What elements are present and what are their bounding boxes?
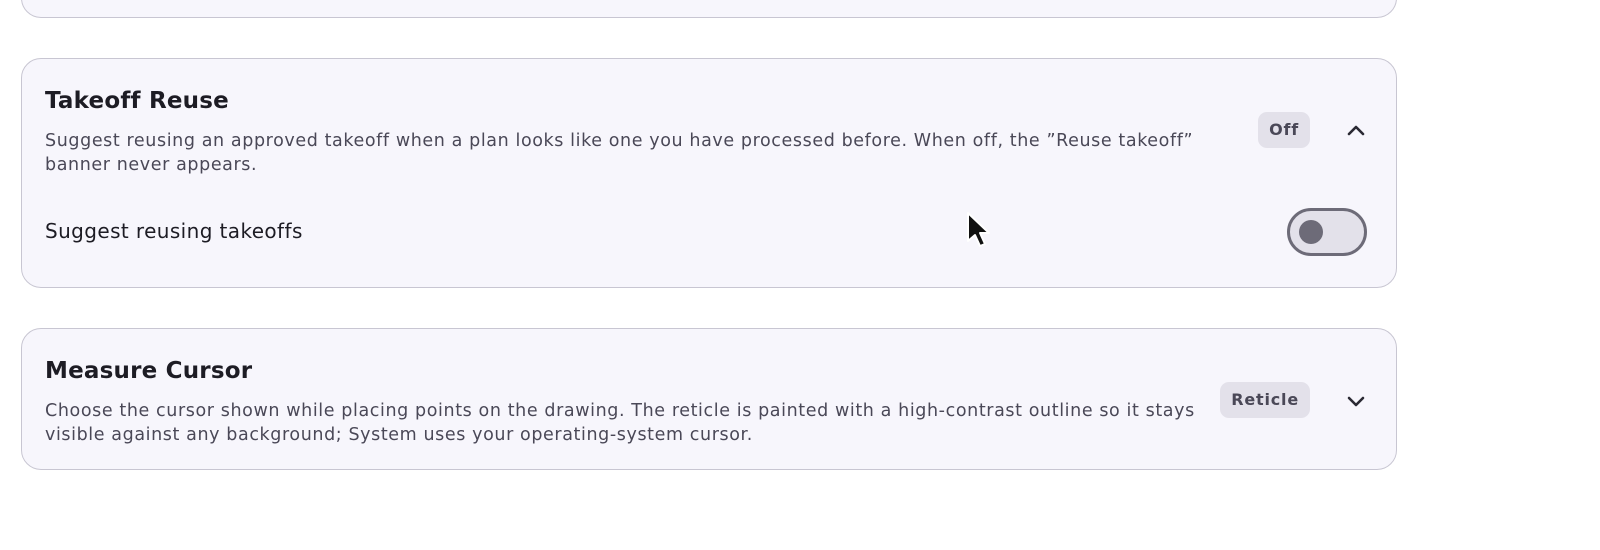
chevron-down-icon[interactable]	[1344, 389, 1368, 413]
takeoff-reuse-title: Takeoff Reuse	[45, 88, 229, 114]
takeoff-reuse-status-badge: Off	[1258, 112, 1310, 148]
measure-cursor-title: Measure Cursor	[45, 358, 253, 384]
measure-cursor-card: Measure Cursor Choose the cursor shown w…	[21, 328, 1397, 470]
suggest-reusing-takeoffs-label: Suggest reusing takeoffs	[45, 219, 303, 243]
measure-cursor-description: Choose the cursor shown while placing po…	[45, 401, 1195, 445]
measure-cursor-value-badge: Reticle	[1220, 382, 1310, 418]
toggle-knob	[1299, 220, 1323, 244]
takeoff-reuse-description: Suggest reusing an approved takeoff when…	[45, 131, 1194, 175]
takeoff-reuse-card: Takeoff Reuse Suggest reusing an approve…	[21, 58, 1397, 288]
previous-settings-card	[21, 0, 1397, 18]
chevron-up-icon[interactable]	[1344, 119, 1368, 143]
suggest-reusing-takeoffs-toggle[interactable]	[1287, 208, 1367, 256]
